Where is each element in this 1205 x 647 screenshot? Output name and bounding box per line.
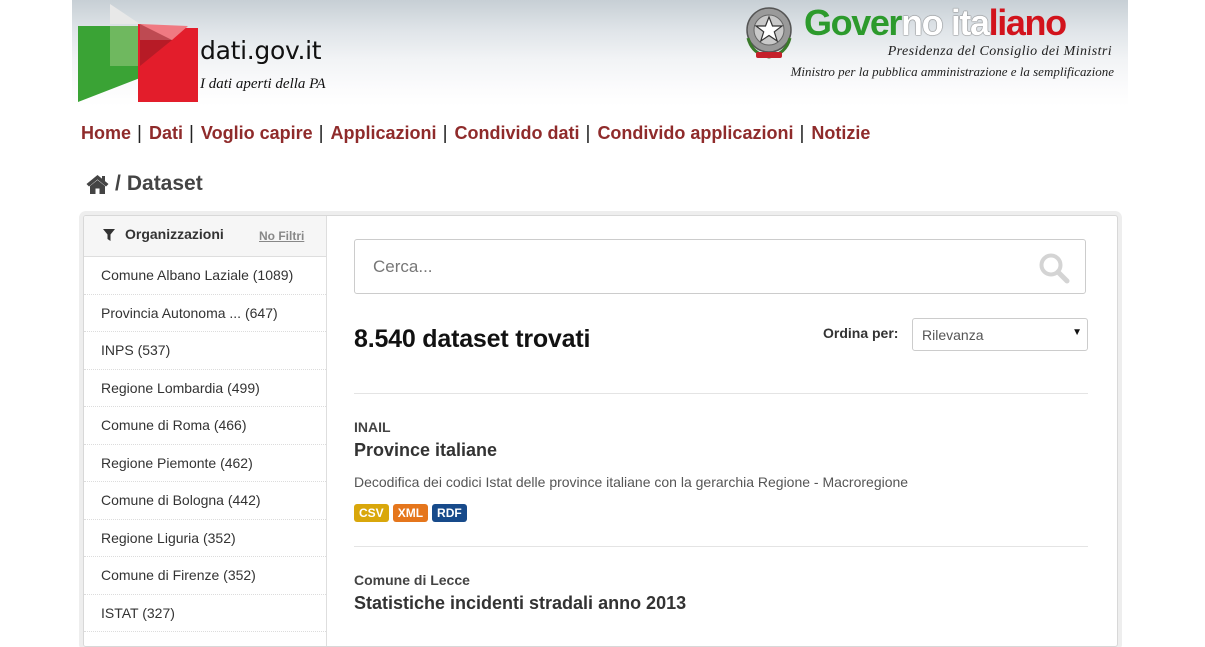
facet-item[interactable]: Comune Albano Laziale (1089) [84,257,326,295]
nav-separator: | [137,123,142,144]
sort-label: Ordina per: [823,325,899,341]
format-badge-xml[interactable]: XML [392,504,429,522]
republic-emblem-icon [746,7,792,59]
nav-dati[interactable]: Dati [149,123,183,143]
nav-notizie[interactable]: Notizie [811,123,870,143]
nav-separator: | [318,123,324,144]
nav-separator: | [188,123,194,144]
search-icon[interactable] [1038,252,1070,284]
facet-item[interactable]: Comune di Roma (466) [84,407,326,445]
facet-title: Organizzazioni [125,226,224,242]
filter-icon [103,229,115,241]
gov-subtitle-ministro: Ministro per la pubblica amministrazione… [790,64,1114,79]
gov-title-part-3: liano [988,2,1067,43]
site-tagline: I dati aperti della PA [200,76,326,92]
no-filters-link[interactable]: No Filtri [259,229,304,243]
facet-item[interactable]: Regione Lombardia (499) [84,370,326,407]
format-badges: CSV XML RDF [354,504,467,522]
facet-item[interactable]: Regione Piemonte (462) [84,445,326,482]
sort-select[interactable]: Rilevanza ▼ [912,318,1088,351]
site-logo-icon[interactable] [76,4,202,104]
facet-sidebar: Organizzazioni No Filtri Comune Albano L… [84,216,327,646]
nav-home[interactable]: Home [81,123,131,143]
chevron-down-icon: ▼ [1072,327,1082,338]
result-count: 8.540 dataset trovati [354,325,591,353]
nav-applicazioni[interactable]: Applicazioni [331,123,437,143]
facet-item[interactable]: Comune di Bologna (442) [84,482,326,520]
breadcrumb-separator: / [115,172,121,195]
dataset-organization: INAIL [354,419,391,435]
divider [354,546,1088,547]
gov-subtitle-presidenza: Presidenza del Consiglio dei Ministri [887,44,1112,59]
divider [354,393,1088,394]
nav-condivido-applicazioni[interactable]: Condivido applicazioni [597,123,793,143]
gov-title-part-2: no ita [901,2,990,43]
site-name[interactable]: dati.gov.it [200,36,322,65]
dataset-organization: Comune di Lecce [354,572,470,588]
facet-item[interactable]: ISTAT (327) [84,595,326,632]
breadcrumb-current: Dataset [126,172,203,195]
facet-item[interactable]: Comune di Firenze (352) [84,557,326,595]
dataset-title[interactable]: Statistiche incidenti stradali anno 2013 [354,593,686,614]
nav-separator: | [442,123,448,144]
header-banner: dati.gov.it I dati aperti della PA Gover… [72,0,1128,106]
facet-item[interactable]: INPS (537) [84,332,326,370]
content-panel: Organizzazioni No Filtri Comune Albano L… [83,215,1118,647]
facet-item[interactable]: Provincia Autonoma ... (647) [84,295,326,332]
format-badge-rdf[interactable]: RDF [432,504,467,522]
breadcrumb: / Dataset [86,172,203,196]
search-input[interactable] [356,241,1033,292]
main-nav: Home | Dati | Voglio capire | Applicazioni | Con… [81,123,870,145]
nav-voglio-capire[interactable]: Voglio capire [201,123,313,143]
gov-title-part-1: Gover [804,2,902,43]
home-icon[interactable] [86,174,109,195]
facet-header: Organizzazioni No Filtri [84,216,326,257]
facet-item[interactable]: Regione Liguria (352) [84,520,326,557]
gov-title: Governo italiano [804,0,1067,47]
format-badge-csv[interactable]: CSV [354,504,389,522]
nav-separator: | [585,123,591,144]
sort-selected-value: Rilevanza [922,327,984,343]
nav-condivido-dati[interactable]: Condivido dati [455,123,580,143]
nav-separator: | [799,123,805,144]
search-box [354,239,1086,294]
dataset-title[interactable]: Province italiane [354,440,497,461]
dataset-description: Decodifica dei codici Istat delle provin… [354,474,909,490]
